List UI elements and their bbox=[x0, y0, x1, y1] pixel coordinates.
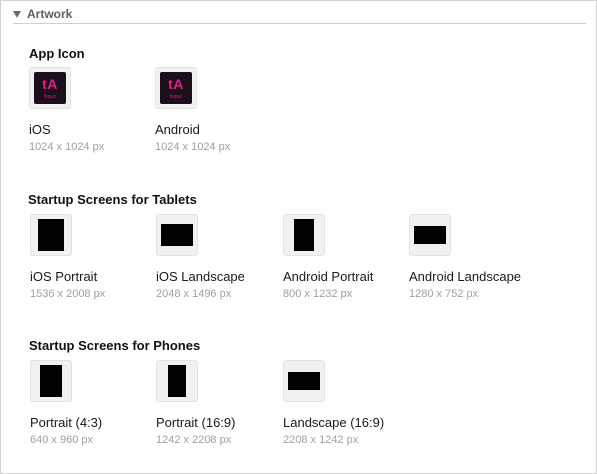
portrait-thumbnail bbox=[168, 365, 186, 397]
portrait-thumbnail bbox=[294, 219, 314, 251]
asset-size: 1024 x 1024 px bbox=[29, 141, 105, 153]
portrait-thumbnail bbox=[38, 219, 64, 251]
asset-android-app-icon: tA fsquri Android 1024 x 1024 px bbox=[155, 67, 285, 153]
asset-label: iOS Portrait bbox=[30, 269, 98, 284]
image-well[interactable] bbox=[156, 360, 198, 402]
asset-size: 1536 x 2008 px bbox=[30, 288, 106, 300]
landscape-thumbnail bbox=[288, 372, 320, 390]
asset-label: Portrait (16:9) bbox=[156, 415, 236, 430]
asset-portrait-16-9: Portrait (16:9) 1242 x 2208 px bbox=[156, 360, 286, 446]
asset-label: iOS bbox=[29, 122, 51, 137]
app-icon-subtext: fsquri bbox=[169, 94, 183, 100]
app-icon-text: tA bbox=[42, 76, 58, 92]
asset-ios-landscape: iOS Landscape 2048 x 1496 px bbox=[156, 214, 286, 300]
asset-android-landscape: Android Landscape 1280 x 752 px bbox=[409, 214, 539, 300]
image-well[interactable] bbox=[30, 360, 72, 402]
asset-size: 1024 x 1024 px bbox=[155, 141, 231, 153]
image-well[interactable] bbox=[156, 214, 198, 256]
portrait-thumbnail bbox=[40, 365, 62, 397]
image-well[interactable] bbox=[283, 214, 325, 256]
asset-label: Android Landscape bbox=[409, 269, 522, 284]
asset-label: Portrait (4:3) bbox=[30, 415, 103, 430]
icon-well[interactable]: tA fsquri bbox=[155, 67, 197, 109]
asset-label: Landscape (16:9) bbox=[283, 415, 385, 430]
landscape-thumbnail bbox=[161, 224, 193, 246]
asset-size: 1280 x 752 px bbox=[409, 288, 479, 300]
asset-ios-portrait: iOS Portrait 1536 x 2008 px bbox=[30, 214, 160, 300]
group-title-app-icon: App Icon bbox=[29, 46, 85, 61]
landscape-thumbnail bbox=[414, 226, 446, 244]
asset-android-portrait: Android Portrait 800 x 1232 px bbox=[283, 214, 413, 300]
asset-label: iOS Landscape bbox=[156, 269, 245, 284]
asset-size: 640 x 960 px bbox=[30, 434, 93, 446]
asset-size: 2208 x 1242 px bbox=[283, 434, 359, 446]
image-well[interactable] bbox=[409, 214, 451, 256]
app-icon-thumbnail: tA fsquri bbox=[160, 72, 192, 104]
asset-portrait-4-3: Portrait (4:3) 640 x 960 px bbox=[30, 360, 160, 446]
app-icon-text: tA bbox=[168, 76, 184, 92]
group-title-phones: Startup Screens for Phones bbox=[29, 338, 201, 353]
disclosure-triangle-icon[interactable] bbox=[13, 10, 21, 18]
app-icon-thumbnail: tA fsquri bbox=[34, 72, 66, 104]
asset-label: Android Portrait bbox=[283, 269, 374, 284]
section-divider bbox=[13, 23, 586, 24]
asset-landscape-16-9: Landscape (16:9) 2208 x 1242 px bbox=[283, 360, 413, 446]
icon-well[interactable]: tA fsquri bbox=[29, 67, 71, 109]
asset-size: 800 x 1232 px bbox=[283, 288, 353, 300]
artwork-panel: Artwork App Icon tA fsquri iOS 1024 x 10… bbox=[0, 0, 597, 474]
asset-label: Android bbox=[155, 122, 200, 137]
asset-ios-app-icon: tA fsquri iOS 1024 x 1024 px bbox=[29, 67, 159, 153]
asset-size: 2048 x 1496 px bbox=[156, 288, 232, 300]
artwork-section-header[interactable]: Artwork bbox=[13, 5, 72, 23]
image-well[interactable] bbox=[283, 360, 325, 402]
group-title-tablets: Startup Screens for Tablets bbox=[28, 192, 197, 207]
image-well[interactable] bbox=[30, 214, 72, 256]
app-icon-subtext: fsquri bbox=[43, 94, 57, 100]
section-title: Artwork bbox=[27, 7, 73, 21]
asset-size: 1242 x 2208 px bbox=[156, 434, 232, 446]
